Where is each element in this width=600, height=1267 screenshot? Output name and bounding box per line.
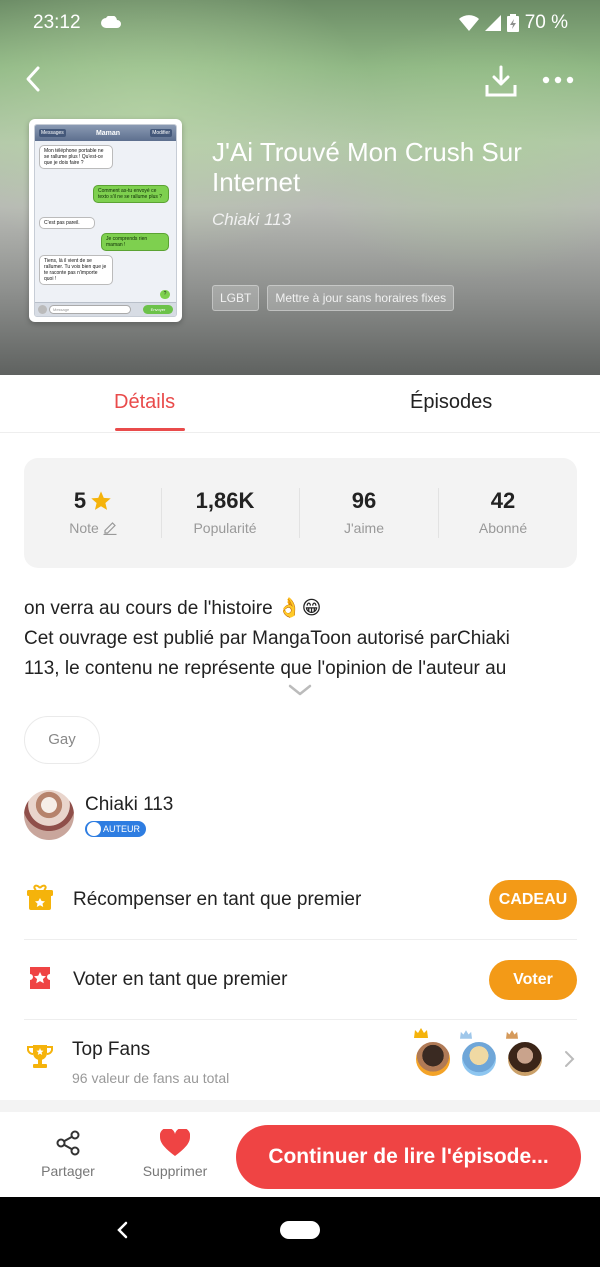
remove-favorite-button[interactable]: Supprimer	[135, 1129, 215, 1179]
back-icon[interactable]	[20, 64, 50, 94]
tab-indicator	[115, 428, 185, 431]
top-fans-row[interactable]: Top Fans 96 valeur de fans au total	[24, 1018, 577, 1098]
cover-bubble: C'est pas pareil.	[39, 217, 95, 229]
book-title: J'Ai Trouvé Mon Crush Sur Internet	[212, 137, 522, 197]
top-fans-subtitle: 96 valeur de fans au total	[72, 1070, 230, 1086]
stat-subscribers-value: 42	[490, 488, 516, 513]
author-badge-label: AUTEUR	[103, 824, 141, 834]
cover-bubble: Mon téléphone portable ne se rallume plu…	[39, 145, 113, 169]
camera-icon	[38, 305, 47, 314]
tab-bar: Détails Épisodes	[0, 375, 600, 433]
author-row[interactable]: Chiaki 113 AUTEUR	[24, 790, 576, 842]
star-icon	[91, 491, 111, 510]
tab-episodes[interactable]: Épisodes	[410, 391, 492, 414]
tag-list: LGBT Mettre à jour sans horaires fixes	[212, 285, 455, 311]
stats-card: 5 Note 1,86K Popularité 96 J'aime 42 Abo…	[24, 458, 577, 568]
cover-send: Envoyer	[143, 305, 173, 314]
vote-label: Voter en tant que premier	[73, 969, 288, 990]
tab-details[interactable]: Détails	[114, 391, 175, 414]
share-button[interactable]: Partager	[30, 1129, 106, 1179]
genre-chip-gay[interactable]: Gay	[24, 716, 100, 764]
cover-header-title: Maman	[95, 129, 121, 137]
stat-subscribers: 42 Abonné	[434, 488, 572, 536]
cover-bubble: Comment as-tu envoyé ce texto s'il ne se…	[93, 185, 169, 203]
cover-input: Message	[49, 305, 131, 314]
chevron-down-icon[interactable]	[288, 684, 312, 696]
stat-subscribers-label: Abonné	[478, 520, 528, 536]
cover-header-right: Modifier	[150, 129, 172, 137]
cover-header-left: Messages	[39, 129, 66, 137]
fan-avatar[interactable]	[414, 1040, 452, 1078]
section-separator	[0, 1100, 600, 1112]
stat-likes-value: 96	[351, 488, 377, 513]
gift-icon	[27, 884, 53, 910]
download-icon[interactable]	[484, 64, 518, 98]
stat-rating-label: Note	[69, 520, 99, 536]
cover-bubble: Je comprends rien maman !	[101, 233, 169, 251]
reward-row: Récompenser en tant que premier CADEAU	[24, 860, 577, 940]
system-navigation-bar	[0, 1197, 600, 1267]
remove-favorite-label: Supprimer	[142, 1163, 208, 1179]
tag-lgbt[interactable]: LGBT	[212, 285, 260, 311]
crown-icon	[460, 1030, 472, 1039]
fan-avatar[interactable]	[506, 1040, 544, 1078]
cloud-icon	[101, 16, 121, 28]
continue-reading-button[interactable]: Continuer de lire l'épisode...	[236, 1125, 581, 1189]
author-avatar[interactable]	[24, 790, 74, 840]
share-icon	[56, 1130, 80, 1156]
nav-home-button[interactable]	[280, 1221, 320, 1239]
crown-icon	[506, 1030, 518, 1039]
bottom-action-bar: Partager Supprimer Continuer de lire l'é…	[0, 1112, 600, 1197]
cover-question-mark: ?	[160, 290, 170, 299]
reward-label: Récompenser en tant que premier	[73, 889, 362, 910]
stat-popularity-value: 1,86K	[195, 488, 255, 513]
book-description[interactable]: on verra au cours de l'histoire 👌😁 Cet o…	[24, 594, 584, 684]
author-badge-icon	[87, 822, 101, 836]
author-name[interactable]: Chiaki 113	[85, 794, 173, 816]
battery-icon	[506, 14, 519, 32]
description-line: Cet ouvrage est publié par MangaToon aut…	[24, 628, 510, 649]
book-author[interactable]: Chiaki 113	[212, 210, 291, 230]
stat-popularity: 1,86K Popularité	[156, 488, 294, 536]
status-time: 23:12	[33, 12, 81, 33]
signal-icon	[484, 15, 501, 31]
stat-likes: 96 J'aime	[295, 488, 433, 536]
top-fans-title: Top Fans	[72, 1039, 151, 1060]
author-badge: AUTEUR	[85, 821, 147, 837]
vote-row: Voter en tant que premier Voter	[24, 940, 577, 1020]
tag-update-schedule[interactable]: Mettre à jour sans horaires fixes	[267, 285, 455, 311]
fan-avatar[interactable]	[460, 1040, 498, 1078]
more-icon[interactable]	[540, 68, 576, 92]
vote-ticket-icon	[30, 967, 50, 989]
edit-icon[interactable]	[103, 521, 117, 535]
crown-icon	[414, 1028, 428, 1038]
heart-icon	[160, 1129, 190, 1156]
wifi-icon	[458, 15, 479, 31]
battery-level: 70 %	[524, 12, 568, 33]
vote-button[interactable]: Voter	[489, 960, 577, 1000]
nav-back-icon[interactable]	[115, 1220, 129, 1240]
description-line: 113, le contenu ne représente que l'opin…	[24, 658, 507, 679]
stat-rating[interactable]: 5 Note	[24, 488, 162, 536]
stat-popularity-label: Popularité	[193, 520, 257, 536]
trophy-icon	[27, 1045, 53, 1068]
stat-rating-value: 5	[73, 488, 87, 513]
description-line: on verra au cours de l'histoire 👌😁	[24, 598, 322, 619]
stat-likes-label: J'aime	[343, 520, 385, 536]
cover-bubble: Tiens, là il vient de se rallumer. Tu vo…	[39, 255, 113, 285]
chevron-right-icon	[565, 1051, 575, 1067]
share-label: Partager	[41, 1163, 95, 1179]
gift-button[interactable]: CADEAU	[489, 880, 577, 920]
book-cover[interactable]: Messages Maman Modifier Mon téléphone po…	[29, 119, 182, 322]
status-bar: 23:12 70 %	[0, 0, 600, 48]
